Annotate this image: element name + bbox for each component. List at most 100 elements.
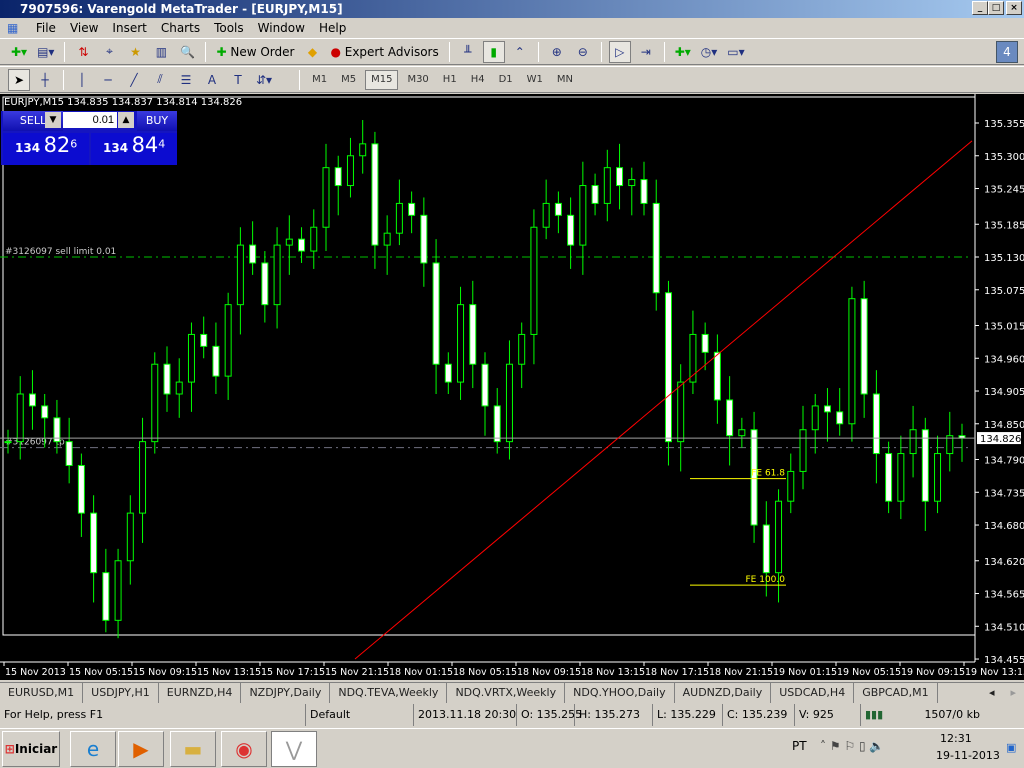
expert-advisors-button[interactable]: ● Expert Advisors [327,41,441,63]
price-tick-label: 135.355 [984,119,1024,130]
timeframe-m5[interactable]: M5 [336,70,361,90]
candle-body [346,155,354,187]
fibonacci-icon[interactable]: ☰ [175,69,197,91]
price-tick-label: 134.510 [984,622,1024,633]
autoscroll-icon[interactable]: ▷ [608,40,631,63]
timeframe-h4[interactable]: H4 [466,70,490,90]
buy-button[interactable]: BUY [137,111,177,131]
tab-vrtx-weekly[interactable]: NDQ.VRTX,Weekly [447,683,566,703]
horizontal-line-icon[interactable]: ─ [97,69,119,91]
new-order-button[interactable]: ✚ New Order [213,41,297,63]
menu-view[interactable]: View [63,18,105,38]
notifications-button[interactable]: 4 [996,40,1018,63]
show-desktop-icon[interactable]: ▣ [1006,741,1016,754]
app-icon[interactable]: ▦ [0,18,25,38]
clock-date[interactable]: 19-11-2013 [936,749,1000,762]
templates-icon[interactable]: ▭▾ [724,41,747,63]
data-window-icon[interactable]: ⌖ [98,41,120,63]
sell-price[interactable]: 134 826 [3,133,89,165]
bar-chart-icon[interactable]: ╨ [457,41,479,63]
tab-eurusd-m1[interactable]: EURUSD,M1 [0,683,84,703]
tab-nzdjpy-daily[interactable]: NZDJPY,Daily [241,683,331,703]
tab-scroll-left-icon[interactable]: ◂ [981,683,1003,703]
lot-size-input[interactable] [63,112,117,128]
new-order-icon: ✚ [216,44,227,59]
metatrader-taskbar-icon[interactable]: ⋁ [271,731,317,767]
candlestick-icon[interactable]: ▮ [482,40,505,63]
clock-time[interactable]: 12:31 [940,732,972,745]
menu-file[interactable]: File [29,18,63,38]
terminal-icon[interactable]: ▥ [150,41,172,63]
chart-shift-icon[interactable]: ⇥ [635,41,657,63]
tab-teva-weekly[interactable]: NDQ.TEVA,Weekly [330,683,448,703]
candle-body [934,453,942,502]
candle-body [505,363,513,443]
start-button[interactable]: ⊞ Iniciar [2,731,60,767]
candle-body [469,304,477,365]
file-explorer-icon[interactable]: ▬ [170,731,216,767]
timeframe-mn[interactable]: MN [552,70,578,90]
candle-body [151,363,159,443]
tab-scroll-right-icon[interactable]: ▸ [1002,683,1024,703]
tab-yhoo-daily[interactable]: NDQ.YHOO,Daily [565,683,675,703]
tab-gbpcad-m1[interactable]: GBPCAD,M1 [854,683,938,703]
menu-help[interactable]: Help [312,18,353,38]
cursor-icon[interactable]: ➤ [8,68,30,91]
vertical-line-icon[interactable]: │ [71,69,93,91]
connection-icon: ▮▮▮ [860,704,894,726]
equidistant-channel-icon[interactable]: ⫽ [149,69,171,91]
lot-decrease-button[interactable]: ▼ [45,112,61,128]
crosshair-icon[interactable]: ┼ [34,69,56,91]
close-button[interactable]: × [1006,1,1022,15]
market-watch-icon[interactable]: ⇅ [72,41,94,63]
line-chart-icon[interactable]: ⌃ [509,41,531,63]
candle-body [481,363,489,407]
profiles-icon[interactable]: ▤▾ [34,41,57,63]
time-tick-label: 15 Nov 2013 [5,667,66,678]
price-chart[interactable]: 135.355 135.300 135.245 135.185 135.130 135.0… [0,94,1024,680]
text-label-icon[interactable]: T [227,69,249,91]
internet-explorer-icon[interactable]: e [70,731,116,767]
candle-body [273,244,281,306]
menu-insert[interactable]: Insert [105,18,153,38]
price-tick-label: 135.245 [984,185,1024,196]
tab-eurnzd-h4[interactable]: EURNZD,H4 [159,683,242,703]
buy-price[interactable]: 134 844 [91,133,177,165]
candle-body [359,143,367,157]
tray-icons[interactable]: ˄ ⚑ ⚐ ▯ 🔈 [820,739,884,753]
tab-audnzd-daily[interactable]: AUDNZD,Daily [675,683,772,703]
minimize-button[interactable]: _ [972,1,988,15]
timeframe-m15[interactable]: M15 [365,69,399,90]
timeframe-h1[interactable]: H1 [438,70,462,90]
navigator-icon[interactable]: ★ [124,41,146,63]
price-tick-label: 134.565 [984,590,1024,601]
timeframe-m30[interactable]: M30 [402,70,433,90]
candle-body [395,202,403,234]
warning-icon[interactable]: ◆ [301,41,323,63]
trendline-icon[interactable]: ╱ [123,69,145,91]
timeframe-w1[interactable]: W1 [522,70,548,90]
strategy-tester-icon[interactable]: 🔍 [176,41,198,63]
timeframe-d1[interactable]: D1 [494,70,518,90]
zoom-in-icon[interactable]: ⊕ [546,41,568,63]
timeframe-m1[interactable]: M1 [307,70,332,90]
text-icon[interactable]: A [201,69,223,91]
tab-usdcad-h4[interactable]: USDCAD,H4 [771,683,855,703]
indicators-icon[interactable]: ✚▾ [672,41,694,63]
menu-charts[interactable]: Charts [154,18,207,38]
new-chart-icon[interactable]: ✚▾ [8,41,30,63]
menu-tools[interactable]: Tools [207,18,251,38]
periods-icon[interactable]: ◷▾ [698,41,721,63]
media-player-icon[interactable]: ▶ [118,731,164,767]
maximize-button[interactable]: □ [988,1,1004,15]
language-indicator[interactable]: PT [792,739,807,753]
lot-increase-button[interactable]: ▲ [118,112,134,128]
chart-canvas[interactable]: 135.355 135.300 135.245 135.185 135.130 135.0… [0,94,1024,680]
candle-body [444,363,452,383]
chrome-icon[interactable]: ◉ [221,731,267,767]
menu-window[interactable]: Window [251,18,312,38]
arrows-icon[interactable]: ⇵▾ [253,69,275,91]
ask-big: 134 [103,141,129,155]
tab-usdjpy-h1[interactable]: USDJPY,H1 [83,683,159,703]
zoom-out-icon[interactable]: ⊖ [572,41,594,63]
